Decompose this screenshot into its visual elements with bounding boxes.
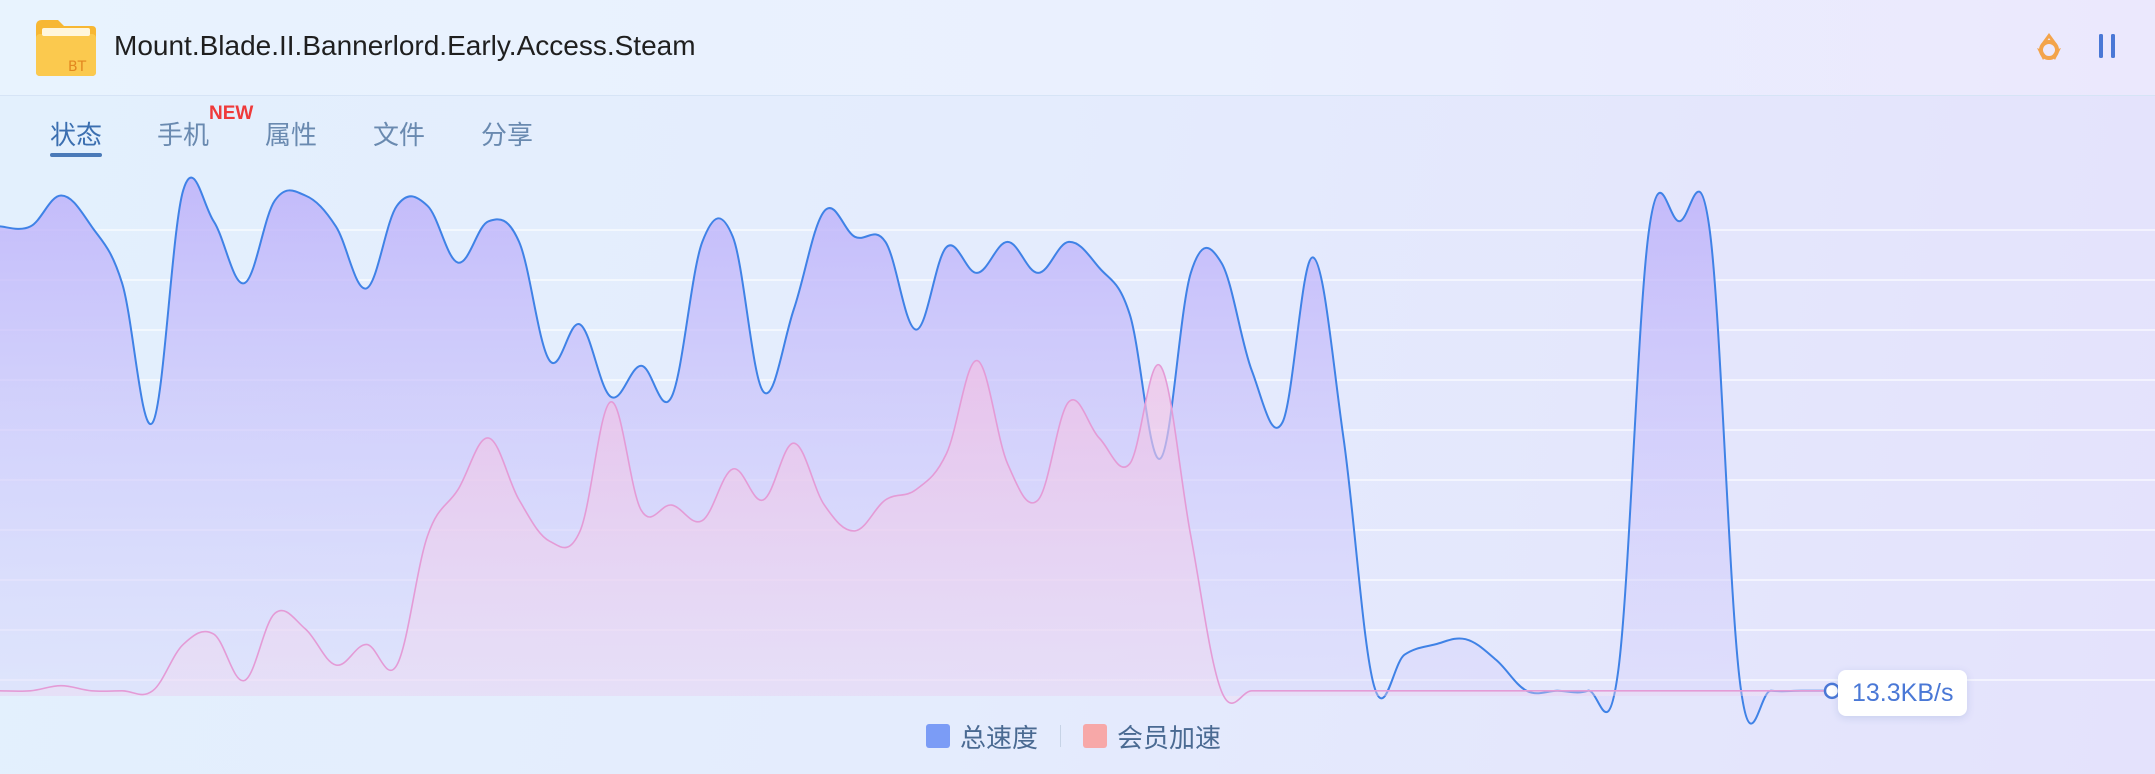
- new-badge: NEW: [209, 103, 254, 124]
- tab-share[interactable]: 分享: [481, 115, 533, 152]
- legend-member-swatch: [1083, 724, 1108, 748]
- recycle-icon[interactable]: [2032, 30, 2066, 64]
- current-speed-label: 13.3KB/s: [1838, 670, 1968, 716]
- active-tab-indicator: [50, 153, 102, 157]
- legend-total-speed[interactable]: 总速度: [926, 718, 1038, 755]
- legend-member-label: 会员加速: [1117, 722, 1222, 753]
- chart-series: [0, 176, 1832, 725]
- legend-total-swatch: [926, 724, 950, 748]
- current-speed-marker: [1823, 682, 1841, 700]
- file-title: Mount.Blade.II.Bannerlord.Early.Access.S…: [114, 30, 696, 61]
- pause-icon[interactable]: [2092, 30, 2122, 64]
- folder-bt-icon: BT: [36, 20, 96, 76]
- tab-properties[interactable]: 属性: [265, 115, 317, 152]
- title-bar: BT Mount.Blade.II.Bannerlord.Early.Acces…: [0, 0, 2155, 96]
- legend-total-label: 总速度: [960, 722, 1039, 753]
- tab-mobile[interactable]: 手机: [157, 115, 209, 152]
- detail-tabs: 状态 手机 NEW 属性 文件 分享: [0, 95, 2155, 165]
- svg-text:BT: BT: [68, 59, 87, 75]
- chart-legend: 总速度 会员加速: [926, 718, 1221, 754]
- legend-member-speed[interactable]: 会员加速: [1083, 718, 1221, 755]
- tab-status[interactable]: 状态: [50, 115, 102, 152]
- tab-files[interactable]: 文件: [373, 115, 425, 152]
- legend-divider: [1060, 725, 1062, 747]
- download-detail-window: BT Mount.Blade.II.Bannerlord.Early.Acces…: [0, 0, 2155, 774]
